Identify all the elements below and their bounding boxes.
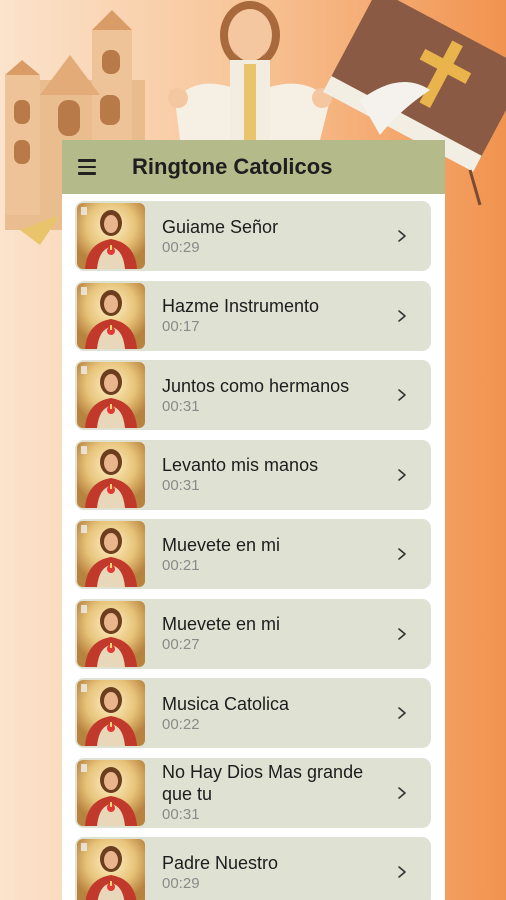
ringtone-title: Padre Nuestro	[162, 852, 279, 873]
ringtone-duration: 00:22	[162, 715, 200, 733]
sacred-heart-jesus-image	[77, 441, 145, 508]
app-title: Ringtone Catolicos	[132, 154, 333, 179]
sacred-heart-jesus-image	[77, 282, 145, 349]
sacred-heart-jesus-image	[77, 362, 145, 428]
ringtone-item[interactable]: Muevete en mi 00:27	[75, 598, 431, 669]
ringtone-title: Muevete en mi	[162, 614, 281, 634]
ringtone-title: Guiame Señor	[162, 216, 279, 237]
ringtone-item[interactable]: Levanto mis manos 00:31	[75, 439, 431, 510]
ringtone-info: Juntos como hermanos 00:31	[162, 375, 431, 416]
ringtone-item[interactable]: Padre Nuestro 00:29	[75, 837, 431, 900]
ringtone-duration: 00:31	[162, 806, 200, 823]
ringtone-info: Muevete en mi 00:27	[162, 613, 431, 654]
ringtone-info: Musica Catolica 00:22	[162, 693, 431, 734]
ringtone-title: No Hay Dios Mas grande que tu	[162, 762, 364, 804]
ringtone-info: Padre Nuestro 00:29	[162, 852, 431, 893]
ringtone-title: Muevete en mi	[162, 534, 281, 555]
ringtone-info: Muevete en mi 00:21	[162, 534, 431, 575]
chevron-right-icon	[398, 230, 406, 242]
sacred-heart-jesus-image	[77, 680, 145, 746]
ringtone-item[interactable]: Muevete en mi 00:21	[75, 519, 431, 589]
sacred-heart-jesus-image	[77, 759, 145, 826]
app-bar: Ringtone Catolicos	[62, 140, 445, 194]
main-panel: Ringtone Catolicos Guiame Señor 00:29 Ha…	[62, 140, 445, 900]
chevron-right-icon	[398, 707, 406, 719]
ringtone-duration: 00:21	[162, 556, 200, 574]
chevron-right-icon	[398, 548, 406, 560]
ringtone-item[interactable]: Musica Catolica 00:22	[75, 678, 431, 748]
chevron-right-icon	[398, 627, 406, 640]
ringtone-list: Guiame Señor 00:29 Hazme Instrumento 00:…	[62, 194, 445, 900]
ringtone-item[interactable]: Juntos como hermanos 00:31	[75, 360, 431, 430]
ringtone-title: Musica Catolica	[162, 693, 290, 714]
sacred-heart-jesus-image	[77, 521, 145, 587]
chevron-right-icon	[398, 468, 406, 481]
ringtone-item[interactable]: Hazme Instrumento 00:17	[75, 280, 431, 351]
ringtone-info: Guiame Señor 00:29	[162, 216, 431, 257]
ringtone-title: Levanto mis manos	[162, 455, 319, 475]
ringtone-info: No Hay Dios Mas grande que tu 00:31	[162, 761, 431, 824]
ringtone-duration: 00:29	[162, 874, 200, 892]
ringtone-duration: 00:31	[162, 397, 200, 415]
ringtone-title: Hazme Instrumento	[162, 296, 320, 316]
ringtone-info: Hazme Instrumento 00:17	[162, 295, 431, 336]
menu-icon[interactable]	[78, 156, 100, 178]
ringtone-item[interactable]: No Hay Dios Mas grande que tu 00:31	[75, 757, 431, 828]
sacred-heart-jesus-image	[77, 600, 145, 667]
ringtone-duration: 00:17	[162, 318, 200, 335]
chevron-right-icon	[398, 309, 406, 322]
ringtone-duration: 00:31	[162, 477, 200, 494]
ringtone-item[interactable]: Guiame Señor 00:29	[75, 201, 431, 271]
chevron-right-icon	[398, 866, 406, 878]
ringtone-info: Levanto mis manos 00:31	[162, 454, 431, 495]
jesus-illustration	[168, 1, 332, 140]
ringtone-title: Juntos como hermanos	[162, 375, 350, 396]
chevron-right-icon	[398, 786, 406, 799]
sacred-heart-jesus-image	[77, 839, 145, 900]
sacred-heart-jesus-image	[77, 203, 145, 269]
chevron-right-icon	[398, 389, 406, 401]
ringtone-duration: 00:27	[162, 636, 200, 653]
ringtone-duration: 00:29	[162, 238, 200, 256]
